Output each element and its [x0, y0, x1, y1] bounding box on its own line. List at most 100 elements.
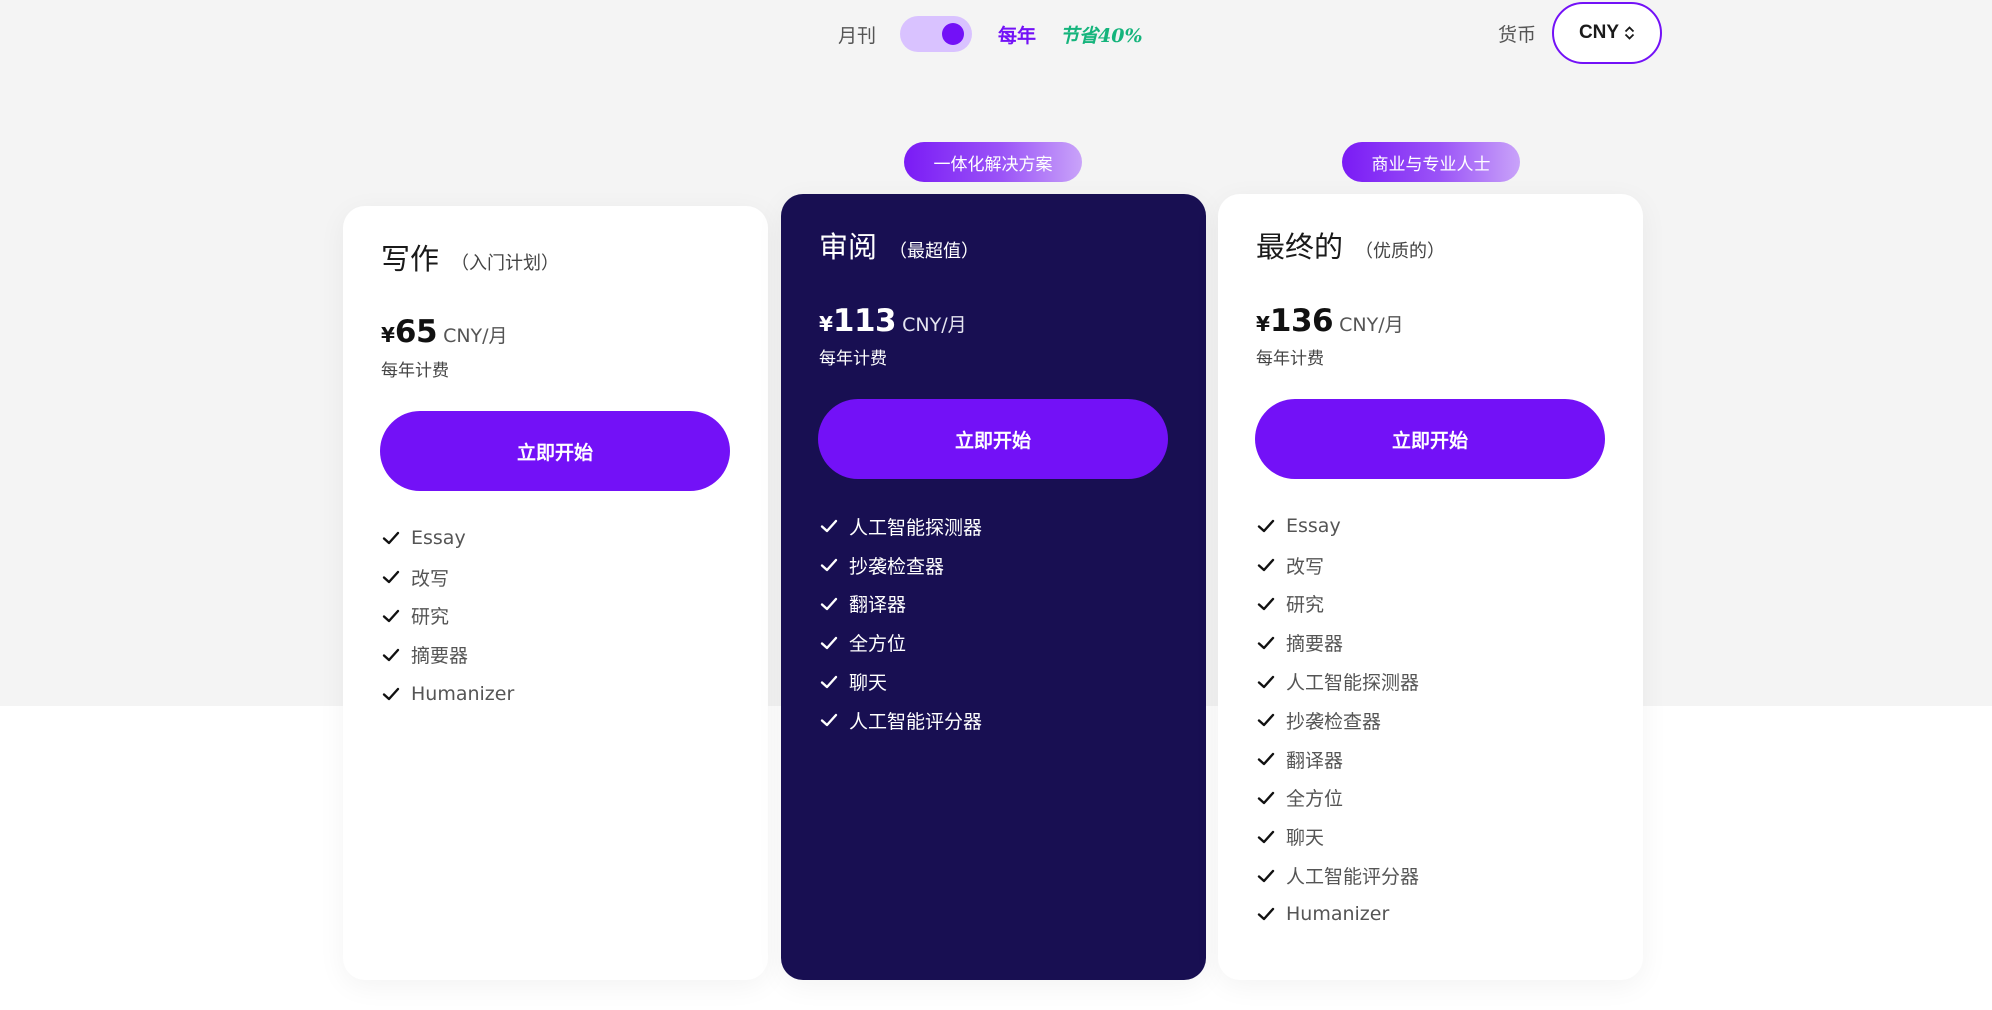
checkmark-icon — [382, 687, 400, 700]
save-percent-label: 节省40% — [1060, 24, 1143, 47]
feature-item: 摘要器 — [1256, 623, 1419, 662]
feature-label: 研究 — [1286, 594, 1325, 617]
yearly-label[interactable]: 每年 — [998, 21, 1036, 48]
billing-note: 每年计费 — [1256, 349, 1324, 369]
billing-note: 每年计费 — [819, 349, 887, 369]
currency-symbol: ¥ — [819, 312, 833, 336]
checkmark-icon — [820, 675, 838, 688]
feature-label: 聊天 — [849, 672, 888, 695]
plan-subtitle: （优质的） — [1355, 241, 1446, 262]
feature-item: Essay — [1256, 507, 1419, 546]
feature-label: 翻译器 — [1286, 749, 1344, 772]
checkmark-icon — [382, 648, 400, 661]
checkmark-icon — [820, 558, 838, 572]
feature-label: 聊天 — [1286, 827, 1325, 850]
feature-item: 人工智能评分器 — [819, 701, 982, 740]
checkmark-icon — [1257, 830, 1275, 843]
feature-item: Humanizer — [1256, 895, 1419, 934]
checkmark-icon — [1257, 714, 1275, 727]
checkmark-icon — [382, 609, 400, 623]
feature-item: 翻译器 — [1256, 740, 1419, 779]
feature-item: 聊天 — [1256, 817, 1419, 856]
feature-item: 人工智能探测器 — [819, 507, 982, 546]
feature-label: 人工智能评分器 — [1286, 866, 1420, 889]
checkmark-icon — [1257, 791, 1275, 805]
billing-switch-knob — [942, 23, 965, 45]
price-unit: CNY/月 — [902, 314, 967, 336]
feature-item: 摘要器 — [381, 635, 514, 674]
feature-label: 翻译器 — [849, 594, 907, 617]
billing-switch[interactable] — [900, 16, 973, 52]
feature-label: 改写 — [411, 567, 450, 590]
billing-note: 每年计费 — [381, 361, 449, 381]
currency-symbol: ¥ — [1256, 312, 1270, 336]
billing-period-toggle: 月刊 每年 节省40% — [838, 14, 1143, 54]
start-now-button[interactable]: 立即开始 — [1255, 399, 1605, 479]
feature-list: Essay 改写 研究 摘要器 人工智能探测器 抄袭检查器 翻译器 全方位 聊天 人工智能评分器 H… — [1256, 507, 1419, 934]
plan-subtitle: （入门计划） — [451, 253, 560, 274]
feature-label: Humanizer — [1286, 903, 1390, 926]
currency-selector: 货币 CNY — [1498, 2, 1663, 64]
feature-label: 摘要器 — [1286, 633, 1344, 656]
checkmark-icon — [820, 636, 838, 649]
feature-item: 全方位 — [819, 623, 982, 662]
feature-label: 人工智能探测器 — [849, 516, 983, 539]
checkmark-icon — [1257, 520, 1275, 533]
feature-item: 人工智能评分器 — [1256, 856, 1419, 895]
plan-name: 最终的 — [1256, 230, 1344, 264]
feature-item: 抄袭检查器 — [1256, 701, 1419, 740]
feature-label: 人工智能评分器 — [849, 710, 983, 733]
plan-name: 写作 — [381, 242, 440, 276]
checkmark-icon — [382, 532, 400, 545]
feature-item: 改写 — [381, 558, 514, 597]
currency-dropdown[interactable]: CNY — [1552, 2, 1663, 64]
checkmark-icon — [820, 714, 838, 727]
plan-card-writing: 写作 （入门计划） ¥ 65 CNY/月 每年计费 立即开始 Essay 改写研究… — [343, 206, 768, 980]
plan-card-ultimate: 最终的 （优质的） ¥ 136 CNY/月 每年计费 立即开始 Essay 改写研… — [1218, 194, 1643, 980]
feature-label: 研究 — [411, 606, 450, 629]
feature-label: Essay — [411, 527, 466, 550]
checkmark-icon — [1257, 869, 1275, 882]
feature-item: 翻译器 — [819, 585, 982, 624]
feature-label: 全方位 — [849, 633, 907, 656]
feature-item: 改写 — [1256, 546, 1419, 585]
plan-price: 113 — [832, 303, 897, 339]
feature-label: 抄袭检查器 — [1286, 710, 1382, 733]
chevron-up-down-icon — [1624, 26, 1635, 40]
start-now-button[interactable]: 立即开始 — [818, 399, 1168, 479]
feature-item: Essay — [381, 519, 514, 558]
feature-list: Essay 改写研究摘要器 Humanizer — [381, 519, 514, 713]
plan-badge-business: 商业与专业人士 — [1342, 142, 1520, 182]
checkmark-icon — [1257, 558, 1275, 572]
plan-price: 65 — [394, 314, 438, 350]
feature-item: Humanizer — [381, 674, 514, 713]
checkmark-icon — [1257, 597, 1275, 611]
feature-label: Humanizer — [411, 682, 515, 705]
plan-price: 136 — [1269, 303, 1334, 339]
feature-item: 研究 — [1256, 585, 1419, 624]
plan-badge-all-in-one: 一体化解决方案 — [904, 142, 1082, 182]
checkmark-icon — [1257, 636, 1275, 649]
currency-label: 货币 — [1498, 23, 1537, 46]
feature-label: 全方位 — [1286, 788, 1344, 811]
feature-label: 摘要器 — [411, 645, 469, 668]
checkmark-icon — [1257, 752, 1275, 766]
checkmark-icon — [820, 520, 838, 533]
monthly-label[interactable]: 月刊 — [838, 21, 876, 48]
feature-item: 抄袭检查器 — [819, 546, 982, 585]
feature-list: 人工智能探测器 抄袭检查器翻译器全方位聊天人工智能评分器 — [819, 507, 982, 740]
plan-name: 审阅 — [819, 230, 878, 264]
checkmark-icon — [1257, 675, 1275, 688]
start-now-button[interactable]: 立即开始 — [380, 411, 730, 491]
currency-symbol: ¥ — [381, 323, 395, 347]
feature-label: Essay — [1286, 515, 1341, 538]
checkmark-icon — [1257, 908, 1275, 921]
checkmark-icon — [820, 597, 838, 611]
feature-label: 抄袭检查器 — [849, 555, 945, 578]
plan-card-review: 审阅 （最超值） ¥ 113 CNY/月 每年计费 立即开始 人工智能探测器 抄袭… — [781, 194, 1206, 980]
feature-item: 研究 — [381, 597, 514, 636]
plan-subtitle: （最超值） — [889, 241, 980, 262]
price-unit: CNY/月 — [443, 325, 508, 347]
feature-item: 全方位 — [1256, 779, 1419, 818]
checkmark-icon — [382, 570, 400, 584]
